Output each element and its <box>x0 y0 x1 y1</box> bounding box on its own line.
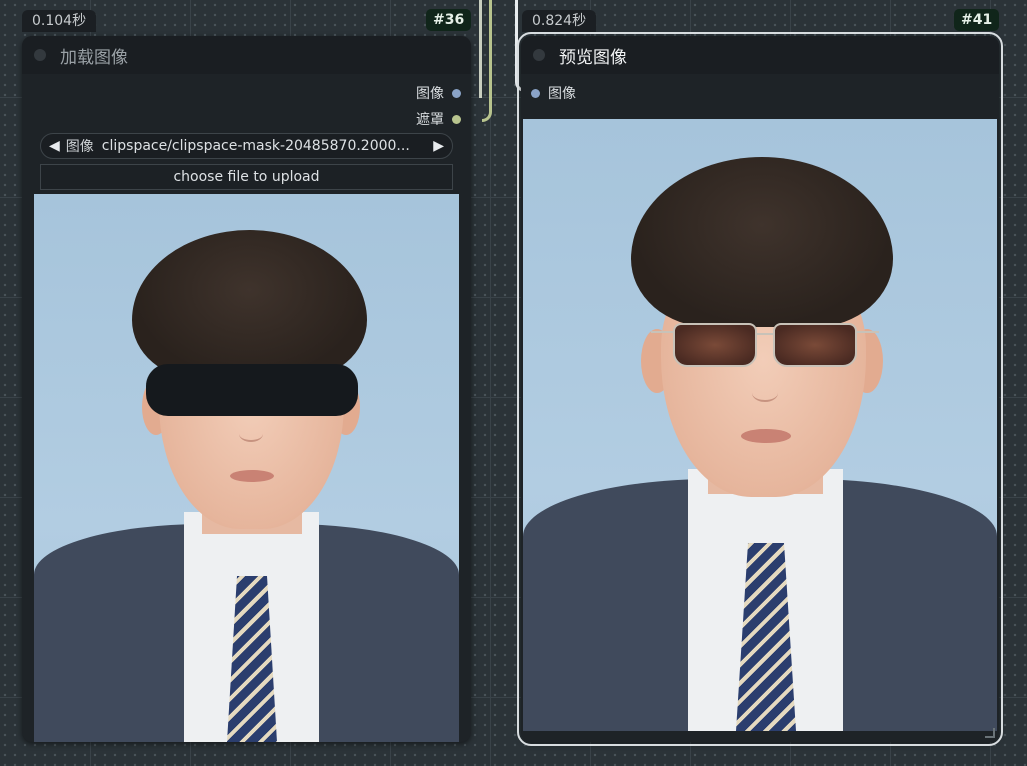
load-image-timing: 0.104秒 <box>22 10 97 32</box>
mask-region <box>146 364 358 416</box>
wire-image-output <box>472 0 482 98</box>
input-image[interactable]: 图像 <box>531 83 576 103</box>
image-select-label: 图像 <box>65 139 94 155</box>
image-select-value: clipspace/clipspace-mask-20485870.2000..… <box>101 138 410 154</box>
sunglasses-left-lens <box>673 323 757 367</box>
prev-arrow-icon[interactable]: ◀ <box>49 138 60 154</box>
output-image-label: 图像 <box>416 86 444 102</box>
preview-image-header[interactable]: 预览图像 <box>521 36 999 74</box>
input-image-slot-icon[interactable] <box>531 88 540 98</box>
preview-image-node[interactable]: 预览图像 图像 <box>517 32 1003 746</box>
load-image-header[interactable]: 加载图像 <box>22 36 471 74</box>
input-image-label: 图像 <box>548 86 576 102</box>
output-image[interactable]: 图像 <box>416 83 461 103</box>
node-status-icon <box>34 49 46 61</box>
sunglasses-right-lens <box>773 323 857 367</box>
preview-image-id-badge: #41 <box>954 9 1000 31</box>
upload-button[interactable]: choose file to upload <box>40 164 453 190</box>
loaded-image-preview <box>34 194 459 742</box>
output-mask-label: 遮罩 <box>416 112 444 128</box>
node-status-icon <box>533 49 545 61</box>
preview-image-output <box>523 119 997 731</box>
load-image-node[interactable]: 加载图像 图像 遮罩 ◀ 图像 clipspace/clipspace-mask… <box>22 36 471 742</box>
load-image-title: 加载图像 <box>60 47 128 68</box>
preview-image-title: 预览图像 <box>559 47 627 68</box>
wire-mask-output <box>482 0 492 122</box>
output-mask[interactable]: 遮罩 <box>416 109 461 129</box>
load-image-id-badge: #36 <box>426 9 472 31</box>
resize-handle-icon[interactable] <box>985 728 995 738</box>
output-mask-slot-icon[interactable] <box>452 114 461 124</box>
next-arrow-icon[interactable]: ▶ <box>433 138 444 154</box>
output-image-slot-icon[interactable] <box>452 88 461 98</box>
image-select-combo[interactable]: ◀ 图像 clipspace/clipspace-mask-20485870.2… <box>40 133 453 159</box>
preview-image-timing: 0.824秒 <box>522 10 597 32</box>
